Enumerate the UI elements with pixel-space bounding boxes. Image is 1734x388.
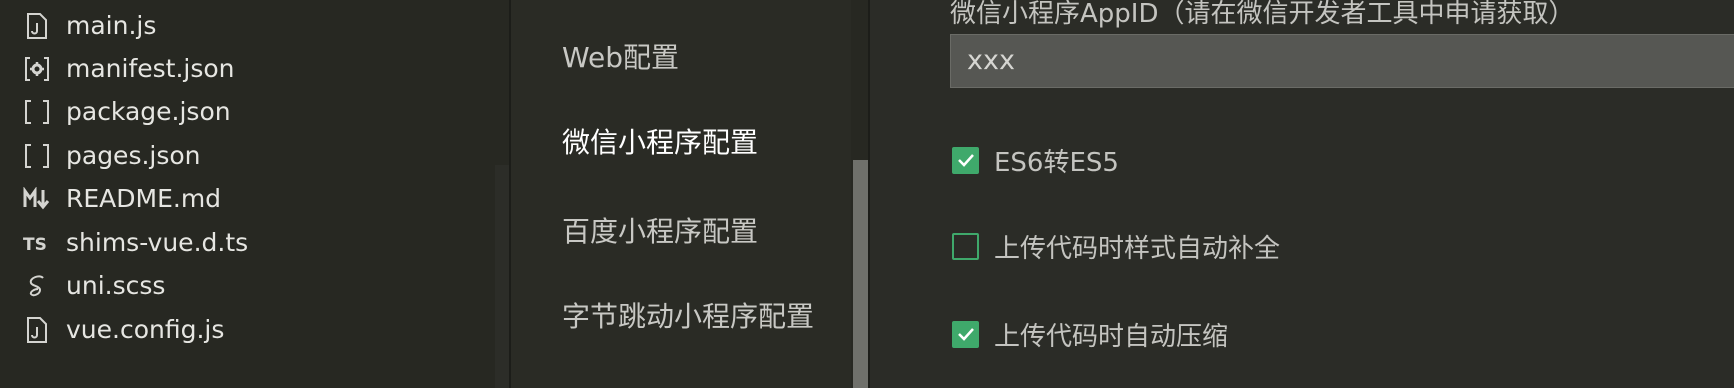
option-es6-to-es5[interactable]: ES6转ES5 <box>952 144 1119 178</box>
file-name: main.js <box>66 11 157 40</box>
checkmark-icon <box>957 154 974 167</box>
checkmark-icon <box>957 328 974 341</box>
option-auto-style-complete[interactable]: 上传代码时样式自动补全 <box>952 230 1281 264</box>
appid-input[interactable]: xxx <box>950 34 1734 88</box>
editor-window: main.js manifest.json package.json pages… <box>0 0 1734 388</box>
json-brackets-icon <box>22 141 52 171</box>
auto-minify-checkbox[interactable] <box>952 320 979 348</box>
file-tree: main.js manifest.json package.json pages… <box>0 0 498 388</box>
settings-nav: Web配置 微信小程序配置 百度小程序配置 字节跳动小程序配置 <box>511 0 851 388</box>
es6-to-es5-checkbox[interactable] <box>952 146 979 174</box>
file-tree-scrollbar-track[interactable] <box>495 165 509 388</box>
settings-nav-scrollbar-thumb[interactable] <box>853 160 868 388</box>
file-name: README.md <box>66 184 222 213</box>
file-name: uni.scss <box>66 271 166 300</box>
typescript-icon: TS <box>22 228 52 258</box>
svg-text:TS: TS <box>23 235 47 254</box>
nav-item-web-config[interactable]: Web配置 <box>562 38 679 78</box>
js-file-icon <box>22 315 52 345</box>
auto-style-complete-label: 上传代码时样式自动补全 <box>994 233 1281 264</box>
option-auto-minify[interactable]: 上传代码时自动压缩 <box>952 318 1229 352</box>
file-name: package.json <box>66 97 231 126</box>
nav-item-baidu-miniprogram-config[interactable]: 百度小程序配置 <box>562 212 758 252</box>
auto-style-complete-checkbox[interactable] <box>952 232 979 260</box>
manifest-gear-icon <box>22 54 52 84</box>
es6-to-es5-label: ES6转ES5 <box>994 147 1119 178</box>
file-name: pages.json <box>66 141 201 170</box>
nav-item-wechat-miniprogram-config[interactable]: 微信小程序配置 <box>562 123 758 163</box>
file-name: manifest.json <box>66 54 235 83</box>
appid-label: 微信小程序AppID（请在微信开发者工具中申请获取） <box>950 0 1575 29</box>
json-brackets-icon <box>22 97 52 127</box>
markdown-icon <box>22 184 52 214</box>
file-name: shims-vue.d.ts <box>66 228 249 257</box>
file-name: vue.config.js <box>66 315 225 344</box>
settings-panel: 微信小程序AppID（请在微信开发者工具中申请获取） xxx ES6转ES5 上… <box>870 0 1734 388</box>
auto-minify-label: 上传代码时自动压缩 <box>994 321 1229 352</box>
sass-icon <box>22 271 52 301</box>
js-file-icon <box>22 11 52 41</box>
nav-item-bytedance-miniprogram-config[interactable]: 字节跳动小程序配置 <box>562 297 814 337</box>
